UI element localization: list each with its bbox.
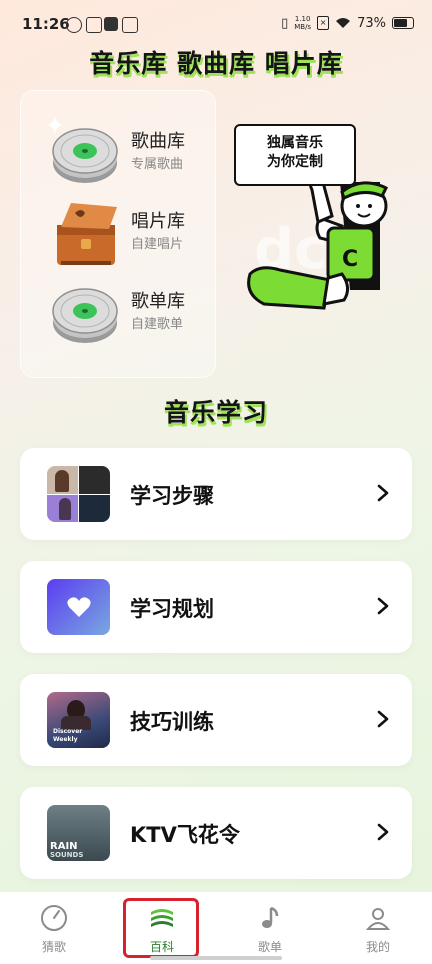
gauge-icon bbox=[41, 905, 67, 931]
tab-label: 我的 bbox=[365, 940, 390, 954]
bottom-tab-bar: 猜歌 百科 歌单 我的 bbox=[0, 892, 432, 964]
tab-playlist[interactable]: 歌单 bbox=[216, 892, 324, 964]
photo-collage-thumb bbox=[47, 466, 110, 522]
gramophone-icon bbox=[57, 203, 117, 265]
person-icon bbox=[365, 908, 391, 930]
library-item-records[interactable]: 唱片库 自建唱片 bbox=[21, 193, 215, 273]
active-tab-highlight bbox=[123, 898, 199, 958]
tab-guess-song[interactable]: 猜歌 bbox=[0, 892, 108, 964]
thumb-text: Weekly bbox=[53, 736, 78, 743]
heart-icon bbox=[67, 597, 91, 617]
library-name: 歌曲库 bbox=[131, 131, 185, 152]
notification-app-icon bbox=[122, 17, 138, 33]
speech-bubble: 独属音乐 为你定制 bbox=[234, 124, 356, 186]
library-subtitle: 自建唱片 bbox=[131, 237, 184, 252]
rain-sounds-thumb: RAIN SOUNDS bbox=[47, 805, 110, 861]
vinyl-disc-icon bbox=[52, 128, 118, 183]
hero-title: 音乐库 歌曲库 唱片库 bbox=[89, 49, 343, 78]
library-name: 唱片库 bbox=[131, 211, 185, 232]
tab-label: 歌单 bbox=[257, 940, 282, 954]
tab-me[interactable]: 我的 bbox=[324, 892, 432, 964]
thumb-text: Discover bbox=[53, 728, 83, 735]
status-indicators: ▯ 1.10 MB/s × 73% bbox=[281, 15, 414, 31]
discover-weekly-thumb: Discover Weekly bbox=[47, 692, 110, 748]
thumb-text: SOUNDS bbox=[50, 851, 84, 859]
chevron-right-icon bbox=[377, 484, 389, 502]
chevron-right-icon bbox=[377, 597, 389, 615]
wifi-icon bbox=[336, 18, 351, 28]
library-panel: 歌曲库 专属歌曲 唱片库 自建唱片 歌单库 自建歌单 bbox=[20, 90, 216, 378]
card-label: 学习规划 bbox=[130, 597, 214, 621]
library-item-playlists[interactable]: 歌单库 自建歌单 bbox=[21, 273, 215, 353]
notification-app-icon bbox=[66, 17, 82, 33]
card-learning-steps[interactable]: 学习步骤 bbox=[20, 448, 412, 540]
chevron-right-icon bbox=[377, 823, 389, 841]
library-subtitle: 自建歌单 bbox=[131, 317, 184, 332]
library-item-songs[interactable]: 歌曲库 专属歌曲 bbox=[21, 113, 215, 193]
battery-icon bbox=[392, 17, 414, 29]
alipay-icon bbox=[104, 17, 118, 31]
status-time: 11:26 bbox=[22, 15, 70, 33]
notification-app-icon bbox=[86, 17, 102, 33]
status-bar: 11:26 ▯ 1.10 MB/s × 73% bbox=[0, 0, 432, 48]
vinyl-disc-icon bbox=[52, 288, 118, 343]
network-speed: 1.10 MB/s bbox=[294, 15, 312, 31]
music-note-icon bbox=[262, 906, 279, 928]
card-label: KTV飞花令 bbox=[130, 823, 240, 847]
card-skill-training[interactable]: Discover Weekly 技巧训练 bbox=[20, 674, 412, 766]
library-name: 歌单库 bbox=[131, 291, 185, 312]
home-indicator[interactable] bbox=[150, 956, 282, 960]
card-label: 学习步骤 bbox=[130, 484, 214, 508]
chevron-right-icon bbox=[377, 710, 389, 728]
vibrate-icon: ▯ bbox=[281, 15, 289, 31]
svg-text:C: C bbox=[342, 247, 358, 272]
no-sim-icon: × bbox=[317, 16, 330, 30]
section-title: 音乐学习 bbox=[163, 398, 268, 427]
tab-label: 猜歌 bbox=[41, 940, 66, 954]
card-learning-plan[interactable]: 学习规划 bbox=[20, 561, 412, 653]
battery-percent: 73% bbox=[357, 15, 386, 31]
card-label: 技巧训练 bbox=[130, 710, 214, 734]
library-subtitle: 专属歌曲 bbox=[131, 157, 184, 172]
heart-thumb bbox=[47, 579, 110, 635]
card-ktv-game[interactable]: RAIN SOUNDS KTV飞花令 bbox=[20, 787, 412, 879]
